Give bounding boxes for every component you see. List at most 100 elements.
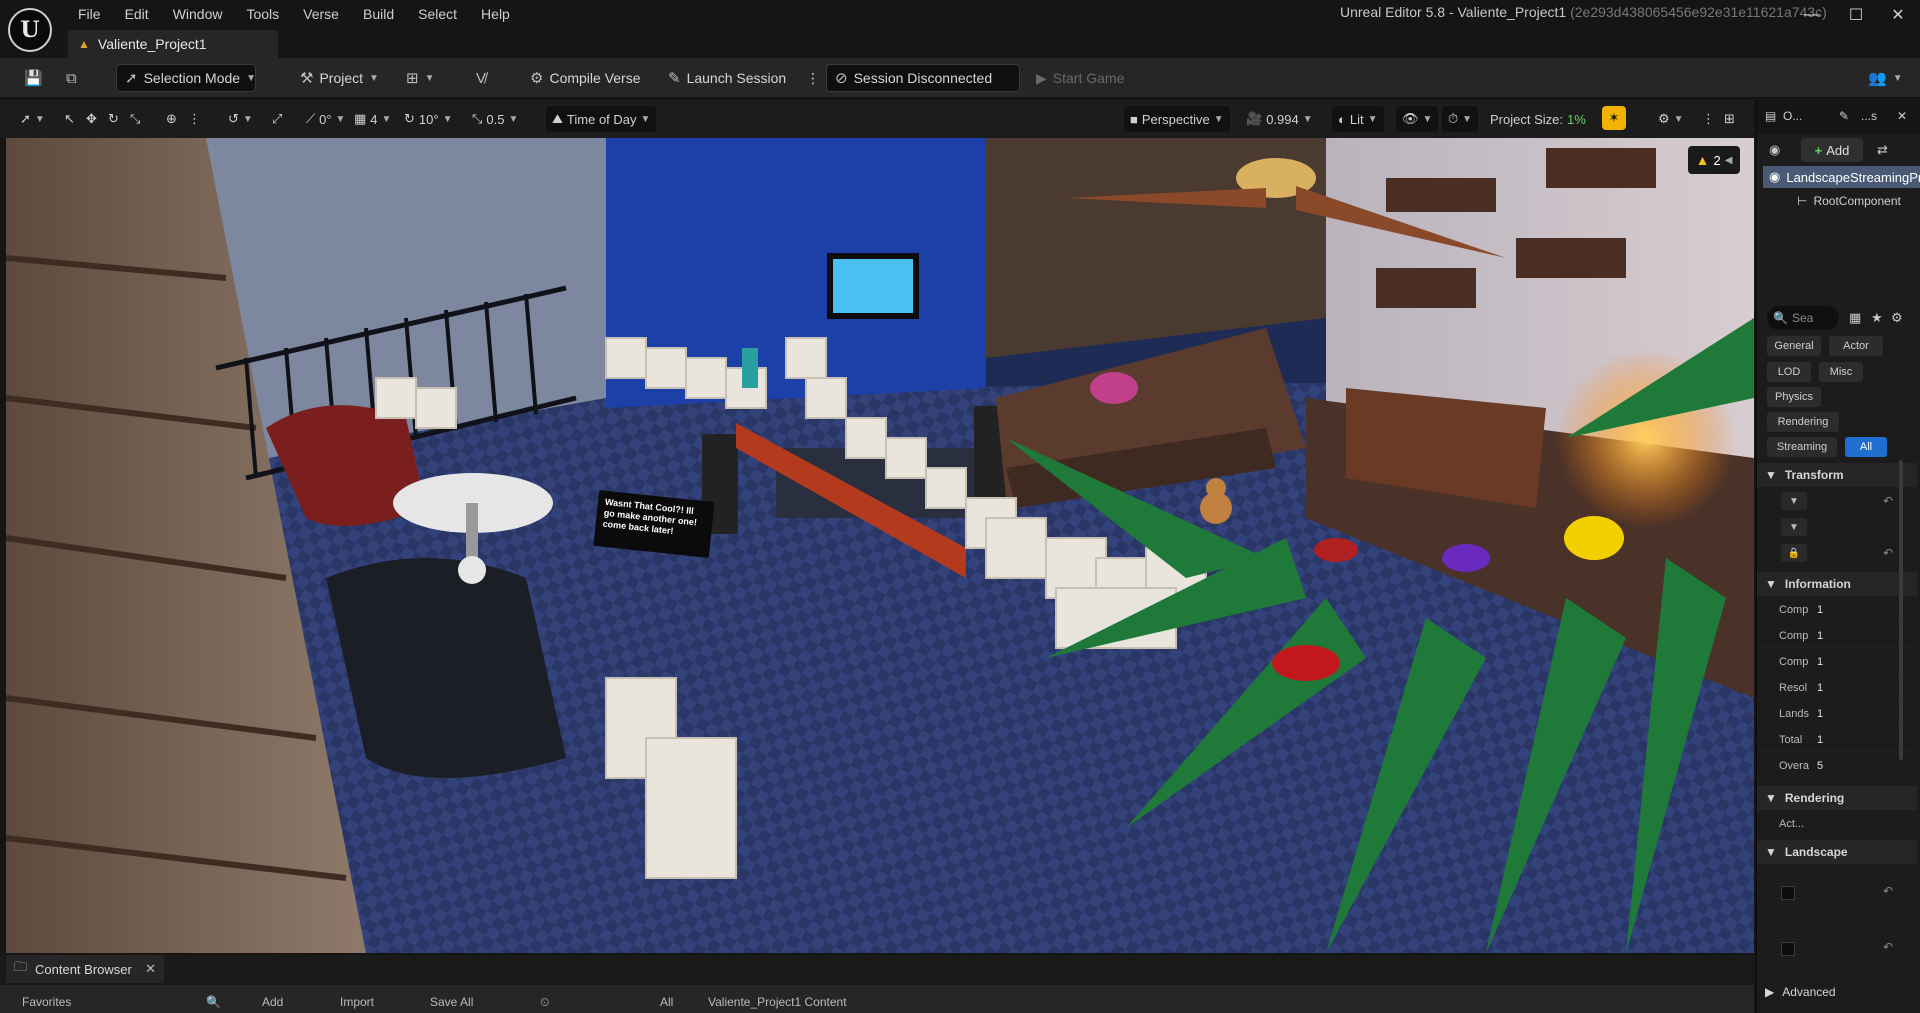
scale-snap-value: 0.5 (486, 111, 505, 127)
menu-file[interactable]: File (66, 0, 113, 28)
verse-icon[interactable]: V̸ (468, 64, 494, 92)
minimize-icon[interactable]: — (1790, 0, 1834, 30)
time-of-day-dropdown[interactable]: ⛰ Time of Day ▼ (546, 106, 657, 132)
menu-help[interactable]: Help (469, 0, 522, 28)
details-icon[interactable]: ✎ (1839, 109, 1849, 123)
landscape-checkbox[interactable] (1781, 942, 1795, 956)
rotation-snap-dropdown[interactable]: ⟋ 0° ▼ (300, 106, 351, 132)
search-icon[interactable]: 🔍 (206, 995, 221, 1009)
filter-physics[interactable]: Physics (1767, 387, 1821, 407)
landscape-checkbox[interactable] (1781, 886, 1795, 900)
compile-verse-label: Compile Verse (549, 70, 641, 86)
view-mode-dropdown[interactable]: ◐ Lit ▼ (1332, 106, 1384, 132)
grid-snap-dropdown[interactable]: ▦ 4 ▼ (348, 106, 397, 132)
path-project[interactable]: Valiente_Project1 Content (708, 995, 847, 1009)
sun-toggle-icon[interactable]: ✶ (1602, 106, 1626, 130)
section-transform[interactable]: ▼ Transform (1757, 463, 1917, 487)
add-button[interactable]: Add (262, 995, 283, 1009)
details-scrollbar[interactable] (1899, 460, 1903, 760)
layout-icon[interactable]: ⊞ (1718, 106, 1741, 132)
scale-lock-icon[interactable]: 🔒 (1781, 544, 1807, 562)
performance-dropdown[interactable]: ⏱ ▼ (1442, 106, 1479, 132)
outliner-tab[interactable]: O... (1783, 109, 1802, 123)
move-icon[interactable]: ✥ (80, 106, 103, 132)
title-bar: U File Edit Window Tools Verse Build Sel… (0, 0, 1920, 52)
table-view-icon[interactable]: ▦ (1849, 310, 1861, 326)
content-icon[interactable]: ⧉ (58, 64, 85, 92)
rotation-dropdown[interactable]: ▼ (1781, 518, 1807, 536)
save-icon[interactable]: 💾 (16, 64, 51, 92)
scale-snap-dropdown[interactable]: ⤡ 0.5 ▼ (466, 106, 524, 132)
filter-streaming[interactable]: Streaming (1767, 437, 1837, 457)
section-information[interactable]: ▼ Information (1757, 572, 1917, 596)
surface-snap-dropdown[interactable]: ↺ ▼ (222, 106, 259, 132)
chevron-down-icon: ▼ (369, 72, 379, 84)
launch-session-button[interactable]: ✎ Launch Session (660, 64, 794, 92)
content-browser-tab[interactable]: 🗀 Content Browser ✕ (6, 955, 164, 983)
unreal-logo-icon[interactable]: U (8, 8, 52, 52)
menu-verse[interactable]: Verse (291, 0, 351, 28)
save-all-button[interactable]: Save All (430, 995, 473, 1009)
more-options-icon[interactable]: ⋮ (798, 64, 828, 92)
component-child[interactable]: ⊢ RootComponent (1797, 190, 1901, 212)
compile-verse-button[interactable]: ⚙ Compile Verse (522, 64, 649, 92)
reset-icon[interactable]: ↶ (1883, 494, 1893, 508)
details-tab[interactable]: ...s (1861, 109, 1877, 123)
more-icon[interactable]: ⋮ (182, 106, 207, 132)
close-icon[interactable]: ✕ (145, 961, 156, 977)
filter-actor[interactable]: Actor (1829, 336, 1883, 356)
project-tab[interactable]: ▲ Valiente_Project1 (68, 30, 278, 58)
reset-icon[interactable]: ↶ (1883, 546, 1893, 560)
project-dropdown[interactable]: ⚒ Project ▼ (292, 64, 387, 92)
viewport-warnings[interactable]: ▲ 2 ◀ (1688, 146, 1740, 174)
section-landscape[interactable]: ▼ Landscape (1757, 840, 1917, 864)
filter-rendering[interactable]: Rendering (1767, 412, 1839, 432)
info-row: Comp 1 (1757, 598, 1917, 622)
menu-window[interactable]: Window (161, 0, 235, 28)
blueprint-icon[interactable]: ⇄ (1877, 142, 1888, 158)
show-flags-dropdown[interactable]: 👁 ▼ (1396, 106, 1439, 132)
section-rendering-label: Rendering (1784, 791, 1845, 805)
section-rendering[interactable]: ▼ Rendering (1757, 786, 1917, 810)
maximize-icon[interactable]: ☐ (1834, 0, 1878, 30)
snap-icon[interactable]: ⤢ (266, 106, 288, 132)
reset-icon[interactable]: ↶ (1883, 940, 1893, 954)
details-search[interactable]: 🔍 Sea (1767, 306, 1839, 330)
path-all[interactable]: All (660, 995, 673, 1009)
selection-mode-dropdown[interactable]: ➚ Selection Mode ▼ (116, 64, 256, 92)
close-icon[interactable]: ✕ (1876, 0, 1920, 30)
close-icon[interactable]: ✕ (1897, 109, 1907, 123)
filter-general[interactable]: General (1767, 336, 1821, 356)
filter-misc[interactable]: Misc (1819, 362, 1863, 382)
angle-snap-dropdown[interactable]: ↻ 10° ▼ (398, 106, 458, 132)
menu-edit[interactable]: Edit (113, 0, 161, 28)
level-viewport[interactable]: Wasnt That Cool?! Ill go make another on… (6, 138, 1754, 953)
rotate-icon[interactable]: ↻ (102, 106, 125, 132)
camera-speed-dropdown[interactable]: 🎥 0.994 ▼ (1240, 106, 1319, 132)
start-game-button[interactable]: ▶ Start Game (1028, 64, 1132, 92)
filter-lod[interactable]: LOD (1767, 362, 1811, 382)
gear-icon[interactable]: ⚙ (1891, 310, 1903, 326)
select-icon[interactable]: ↖ (58, 106, 81, 132)
location-dropdown[interactable]: ▼ (1781, 492, 1807, 510)
users-icon[interactable]: 👥 ▼ (1860, 64, 1911, 92)
component-root[interactable]: ◉ LandscapeStreamingProxy (1763, 166, 1920, 188)
star-icon[interactable]: ★ (1871, 310, 1883, 326)
add-component-button[interactable]: + Add (1801, 138, 1863, 162)
import-button[interactable]: Import (340, 995, 374, 1009)
settings-dropdown[interactable]: ⚙ ▼ (1652, 106, 1690, 132)
favorites-label[interactable]: Favorites (22, 995, 71, 1009)
section-advanced[interactable]: ▶ Advanced (1757, 980, 1917, 1004)
world-local-icon[interactable]: ⊕ (160, 106, 183, 132)
reset-icon[interactable]: ↶ (1883, 884, 1893, 898)
filter-all[interactable]: All (1845, 437, 1887, 457)
transform-mode-dropdown[interactable]: ➚ ▼ (14, 106, 51, 132)
menu-tools[interactable]: Tools (234, 0, 291, 28)
perspective-dropdown[interactable]: ■ Perspective ▼ (1124, 106, 1230, 132)
menu-select[interactable]: Select (406, 0, 469, 28)
scale-icon[interactable]: ⤡ (124, 106, 146, 132)
outliner-icon[interactable]: ▤ (1765, 109, 1776, 123)
menu-build[interactable]: Build (351, 0, 406, 28)
add-actor-dropdown[interactable]: ⊞ ▼ (398, 64, 442, 92)
history-icon[interactable]: ⏲ (540, 995, 549, 1010)
